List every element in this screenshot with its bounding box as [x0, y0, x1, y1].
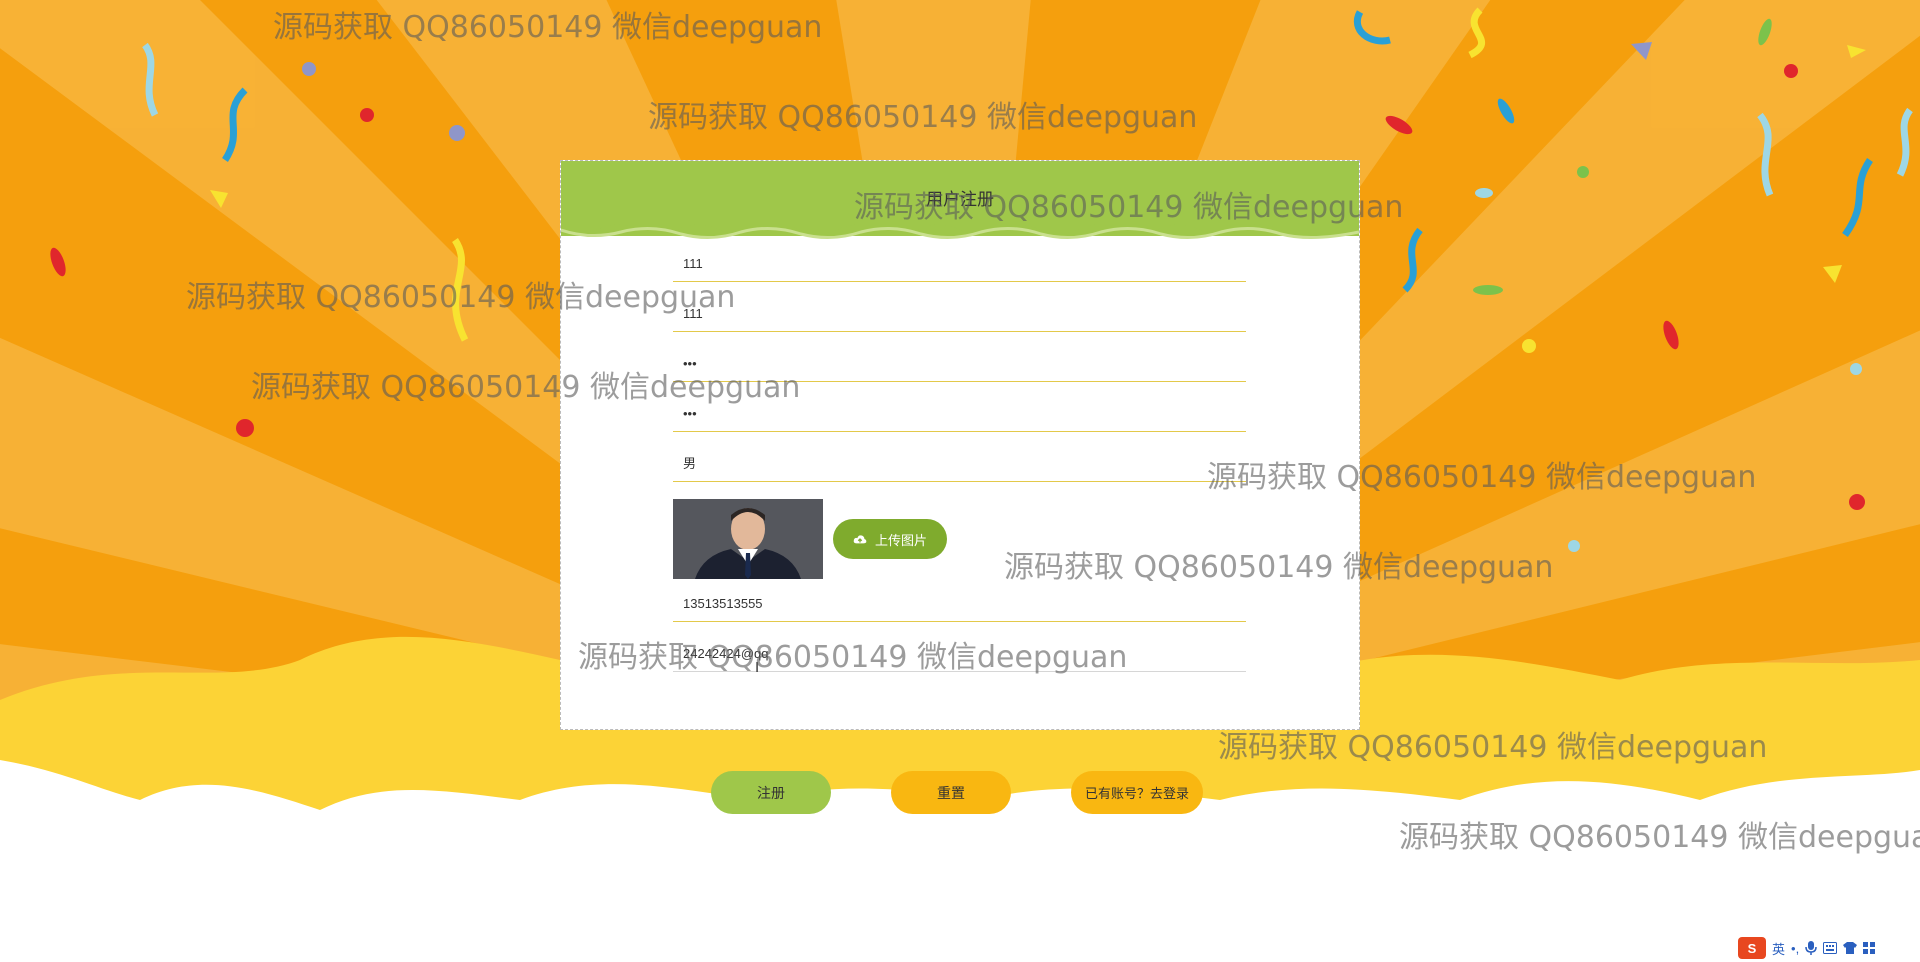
ime-language-toggle[interactable]: 英 — [1772, 939, 1785, 958]
text-cursor-icon: I — [755, 659, 760, 676]
gender-select[interactable]: 男 — [673, 446, 1246, 481]
account-input[interactable] — [673, 246, 1246, 281]
register-button[interactable]: 注册 — [711, 771, 831, 814]
person-photo-icon — [673, 499, 823, 579]
upload-button-label: 上传图片 — [874, 532, 927, 548]
phone-input[interactable] — [673, 586, 1246, 621]
header-wave-decoration — [561, 216, 1359, 240]
name-field[interactable] — [673, 296, 1246, 332]
page-title: 用户注册 — [926, 190, 994, 209]
punctuation-icon[interactable]: •, — [1791, 941, 1799, 956]
password-input[interactable]: ••• — [673, 346, 1246, 381]
go-login-button[interactable]: 已有账号？去登录 — [1071, 771, 1203, 814]
mic-icon[interactable] — [1805, 941, 1817, 955]
account-field[interactable] — [673, 246, 1246, 282]
name-input[interactable] — [673, 296, 1246, 331]
password-field[interactable]: ••• — [673, 346, 1246, 382]
phone-field[interactable] — [673, 586, 1246, 622]
avatar-preview — [673, 499, 823, 579]
sogou-logo-icon[interactable]: S — [1738, 937, 1766, 959]
upload-image-button[interactable]: 上传图片 — [833, 519, 947, 559]
keyboard-icon[interactable] — [1823, 942, 1838, 954]
card-header: 用户注册 — [561, 161, 1359, 240]
cloud-upload-icon — [853, 535, 867, 544]
confirm-password-field[interactable]: ••• — [673, 396, 1246, 432]
register-card: 用户注册 ••• ••• 男 上传图片 — [560, 160, 1360, 730]
skin-icon[interactable] — [1843, 942, 1858, 954]
ime-toolbar[interactable]: S 英 •, — [1738, 937, 1916, 959]
toolbox-icon[interactable] — [1863, 942, 1876, 954]
confirm-password-input[interactable]: ••• — [673, 396, 1246, 431]
reset-button[interactable]: 重置 — [891, 771, 1011, 814]
gender-field[interactable]: 男 — [673, 446, 1246, 482]
